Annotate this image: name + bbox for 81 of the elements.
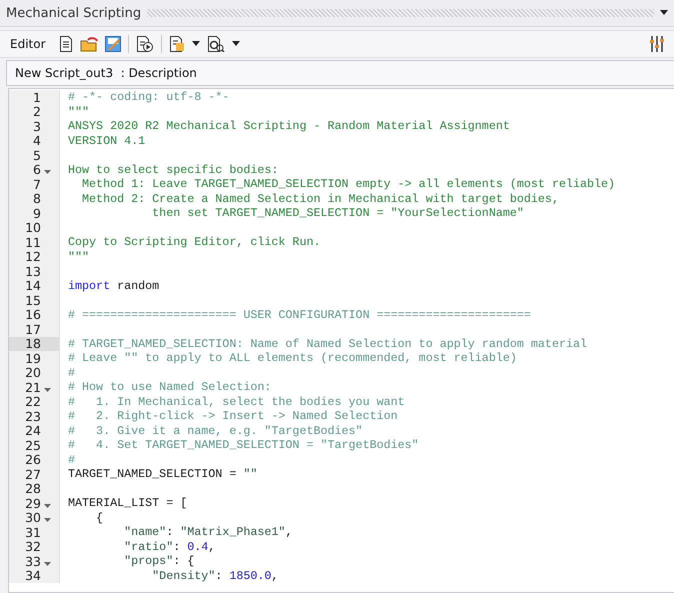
line-number: 28 (24, 481, 41, 496)
line-number: 4 (32, 133, 41, 148)
line-number: 30 (24, 510, 41, 526)
code-line: """ (67, 250, 90, 264)
sliders-icon[interactable] (650, 36, 664, 52)
code-line: { (95, 510, 104, 525)
caret-icon[interactable] (192, 41, 200, 47)
panel-title: Mechanical Scripting (6, 6, 142, 20)
code-line: # 3. Give it a name, e.g. "TargetBodies" (67, 424, 363, 438)
save-icon[interactable] (104, 36, 121, 52)
line-number: 6 (32, 162, 41, 178)
line-number: 16 (24, 307, 41, 322)
code-line: # 2. Right-click -> Insert -> Named Selection (67, 409, 398, 424)
toolbar-label: Editor (10, 37, 46, 51)
line-number: 7 (32, 176, 41, 192)
code-line: Copy to Scripting Editor, click Run. (67, 235, 320, 250)
line-number: 18 (24, 336, 41, 352)
code-line: # Leave "" to apply to ALL elements (recommended, most reliable) (67, 351, 517, 366)
line-number: 1 (32, 90, 41, 105)
line-number: 17 (24, 322, 41, 337)
code-line: ANSYS 2020 R2 Mechanical Scripting - Random Material Assignment (67, 119, 510, 134)
line-number: 8 (32, 191, 41, 206)
line-number: 13 (24, 264, 41, 279)
line-number: 23 (24, 408, 41, 424)
code-line: import random (67, 278, 160, 293)
code-line: How to select specific bodies: (67, 162, 278, 177)
code-line: # How to use Named Selection: (67, 380, 272, 394)
line-number: 21 (24, 380, 41, 395)
line-number: 29 (24, 496, 41, 511)
code-line: "name": "Matrix_Phase1", (123, 525, 292, 540)
fold-arrow-icon[interactable] (44, 504, 51, 509)
line-number: 5 (32, 148, 41, 163)
fold-arrow-icon[interactable] (44, 562, 51, 567)
run-script-icon[interactable] (136, 36, 154, 52)
code-line: # (67, 366, 76, 380)
line-number: 9 (32, 206, 41, 221)
caret-icon[interactable] (660, 10, 668, 16)
code-line: # (67, 452, 76, 467)
code-line: "Density": 1850.0, (151, 568, 278, 583)
line-number: 14 (24, 278, 41, 294)
code-line: MATERIAL_LIST = [ (67, 496, 188, 510)
line-number: 27 (24, 466, 41, 482)
open-folder-icon[interactable] (80, 36, 98, 52)
new-document-icon[interactable] (58, 36, 73, 52)
line-number: 19 (24, 350, 41, 366)
code-line: VERSION 4.1 (67, 134, 146, 148)
line-number: 22 (24, 394, 41, 410)
fold-arrow-icon[interactable] (44, 518, 51, 524)
caret-icon[interactable] (232, 41, 240, 47)
code-line: TARGET_NAMED_SELECTION = "" (67, 467, 258, 482)
code-line: # TARGET_NAMED_SELECTION: Name of Named Selection to apply random material (67, 336, 588, 351)
line-number: 10 (24, 220, 41, 236)
code-line: then set TARGET_NAMED_SELECTION = "YourSelectionName" (151, 206, 524, 220)
code-line: # ====================== USER CONFIGURATION ====================== (67, 308, 531, 322)
code-line: """ (67, 104, 90, 119)
line-number: 34 (24, 568, 41, 584)
line-number: 31 (24, 524, 41, 540)
script-icon[interactable] (168, 36, 185, 52)
line-number: 20 (24, 365, 41, 380)
search-settings-icon[interactable] (206, 36, 225, 52)
line-number: 24 (24, 423, 41, 438)
code-line: # -*- coding: utf-8 -*- (67, 90, 230, 104)
line-number: 12 (24, 249, 41, 264)
fold-arrow-icon[interactable] (44, 170, 51, 176)
line-number: 32 (24, 539, 41, 554)
title-bar-grip[interactable] (147, 9, 654, 17)
line-number: 2 (32, 104, 41, 120)
code-line: Method 1: Leave TARGET_NAMED_SELECTION empty -> all elements (most reliable) (81, 177, 616, 192)
line-number: 25 (24, 438, 41, 453)
fold-arrow-icon[interactable] (44, 388, 51, 393)
line-number: 26 (24, 452, 41, 468)
line-number: 3 (32, 118, 41, 134)
code-line: "ratio": 0.4, (123, 540, 216, 554)
code-line: "props": { (123, 554, 194, 568)
line-number: 33 (24, 554, 41, 569)
code-line: # 1. In Mechanical, select the bodies you want (67, 394, 405, 409)
line-number: 11 (24, 234, 41, 250)
code-line: # 4. Set TARGET_NAMED_SELECTION = "TargetBodies" (67, 438, 419, 452)
document-tab[interactable]: New Script_out3 : Description (6, 60, 674, 86)
code-line: Method 2: Create a Named Selection in Mechanical with target bodies, (81, 192, 559, 206)
line-number: 15 (24, 292, 41, 308)
